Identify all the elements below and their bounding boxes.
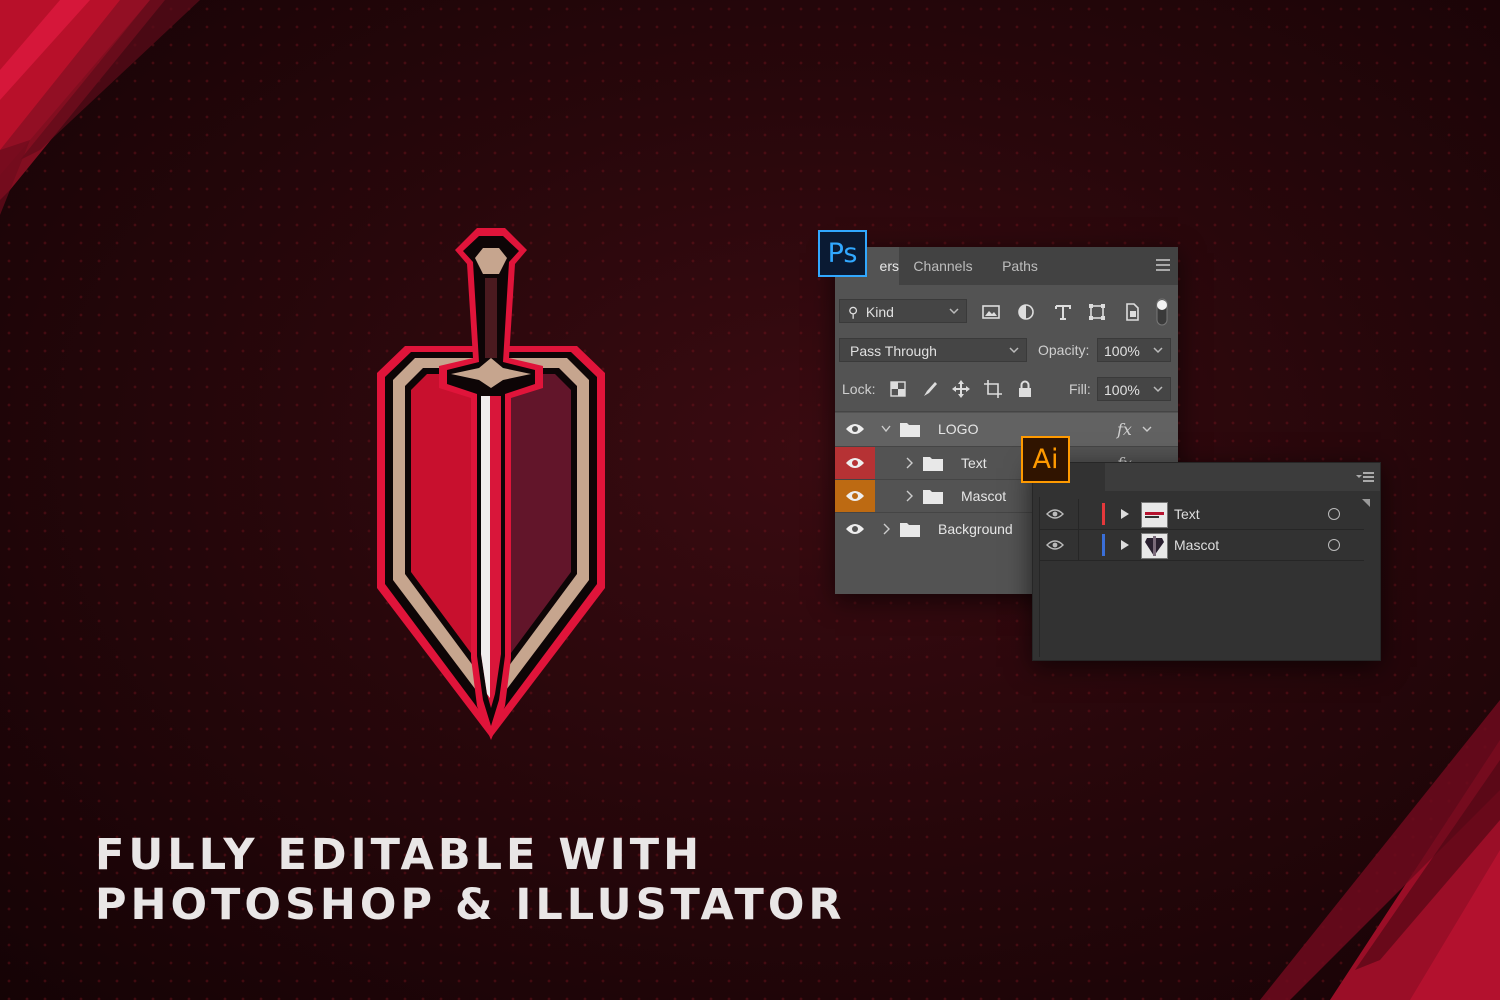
chevron-down-icon[interactable] — [881, 423, 891, 435]
visibility-cell[interactable] — [835, 480, 875, 513]
divider — [1078, 530, 1079, 560]
layer-name-text: Text — [961, 455, 987, 471]
promo-canvas: FULLY EDITABLE WITH PHOTOSHOP & ILLUSTAT… — [0, 0, 1500, 1000]
visibility-cell[interactable] — [835, 513, 875, 546]
ai-layer-name-mascot: Mascot — [1174, 537, 1220, 553]
bottom-right-brush-stroke — [1260, 700, 1500, 1000]
ai-layer-name-text: Text — [1174, 506, 1200, 522]
ai-layer-row-text[interactable]: Text — [1040, 499, 1364, 529]
lock-image-pixels-icon[interactable] — [920, 379, 940, 399]
headline-line-1: FULLY EDITABLE WITH — [95, 830, 704, 880]
lock-transparent-pixels-icon[interactable] — [888, 379, 908, 399]
fill-value: 100% — [1104, 382, 1140, 398]
lock-label: Lock: — [842, 381, 876, 397]
illustrator-layers-panel: ers Text — [1032, 462, 1381, 661]
chevron-down-icon — [1153, 347, 1163, 354]
expand-triangle-icon[interactable] — [1120, 539, 1130, 551]
eye-icon[interactable] — [1046, 539, 1064, 551]
folder-icon — [923, 490, 943, 504]
divider — [835, 411, 1178, 412]
layer-effects-icon[interactable]: fx — [1117, 413, 1132, 446]
filter-adjustment-layers-icon[interactable] — [1016, 302, 1036, 322]
text-thumbnail-icon — [1141, 502, 1168, 528]
lock-all-icon[interactable] — [1015, 379, 1035, 399]
fill-input[interactable]: 100% — [1097, 377, 1171, 401]
visibility-cell[interactable] — [835, 447, 875, 480]
filter-toggle-switch[interactable] — [1153, 297, 1171, 327]
tab-channels[interactable]: Channels — [901, 247, 985, 285]
divider — [1040, 560, 1364, 561]
opacity-value: 100% — [1104, 343, 1140, 359]
divider — [1078, 499, 1079, 529]
filter-shape-layers-icon[interactable] — [1087, 302, 1107, 322]
layer-row-logo[interactable]: LOGO fx — [835, 413, 1178, 446]
layer-name-logo: LOGO — [938, 421, 979, 437]
search-icon: ⚲ — [848, 304, 859, 320]
layer-filter-dropdown[interactable]: ⚲ Kind — [839, 299, 967, 323]
eye-icon — [846, 491, 864, 501]
blend-mode-value: Pass Through — [850, 343, 937, 359]
panel-menu-icon[interactable] — [1156, 259, 1170, 271]
mascot-thumbnail-icon — [1141, 533, 1168, 559]
illustrator-logo-icon: Ai — [1021, 436, 1070, 483]
lock-artboard-icon[interactable] — [983, 379, 1003, 399]
opacity-label: Opacity: — [1038, 342, 1090, 358]
blend-mode-dropdown[interactable]: Pass Through — [839, 338, 1027, 362]
ai-layer-row-mascot[interactable]: Mascot — [1040, 530, 1364, 560]
top-left-brush-stroke — [0, 0, 200, 215]
layer-name-mascot: Mascot — [961, 488, 1007, 504]
target-circle-icon[interactable] — [1328, 508, 1340, 520]
chevron-down-icon — [1009, 347, 1019, 354]
opacity-input[interactable]: 100% — [1097, 338, 1171, 362]
chevron-down-icon — [949, 308, 959, 315]
folder-icon — [900, 523, 920, 537]
eye-icon[interactable] — [1046, 508, 1064, 520]
folder-icon — [900, 423, 920, 437]
layer-name-background: Background — [938, 521, 1013, 537]
chevron-down-icon[interactable] — [1142, 423, 1152, 435]
ai-panel-header: ers — [1033, 463, 1380, 491]
photoshop-logo-icon: Ps — [818, 230, 867, 277]
tab-paths[interactable]: Paths — [989, 247, 1051, 285]
ai-layer-list: Text Mascot — [1039, 497, 1364, 657]
layer-color-swatch — [1102, 534, 1105, 556]
headline-line-2: PHOTOSHOP & ILLUSTATOR — [95, 880, 846, 930]
folder-icon — [923, 457, 943, 471]
sword-shield-mascot-logo — [377, 228, 605, 740]
filter-smart-objects-icon[interactable] — [1122, 302, 1142, 322]
chevron-down-icon — [1153, 386, 1163, 393]
lock-position-icon[interactable] — [951, 379, 971, 399]
filter-pixel-layers-icon[interactable] — [981, 302, 1001, 322]
filter-kind-label: Kind — [865, 304, 894, 320]
chevron-right-icon[interactable] — [904, 490, 914, 502]
eye-icon — [846, 424, 864, 434]
eye-icon — [846, 458, 864, 468]
target-circle-icon[interactable] — [1328, 539, 1340, 551]
expand-triangle-icon[interactable] — [1120, 508, 1130, 520]
visibility-cell[interactable] — [835, 413, 875, 446]
panel-menu-icon[interactable] — [1356, 471, 1374, 483]
chevron-right-icon[interactable] — [881, 523, 891, 535]
filter-type-layers-icon[interactable] — [1053, 302, 1073, 322]
chevron-right-icon[interactable] — [904, 457, 914, 469]
layer-color-swatch — [1102, 503, 1105, 525]
ps-panel-tabs: ers Channels Paths — [835, 247, 1178, 285]
fill-label: Fill: — [1069, 381, 1091, 397]
eye-icon — [846, 524, 864, 534]
